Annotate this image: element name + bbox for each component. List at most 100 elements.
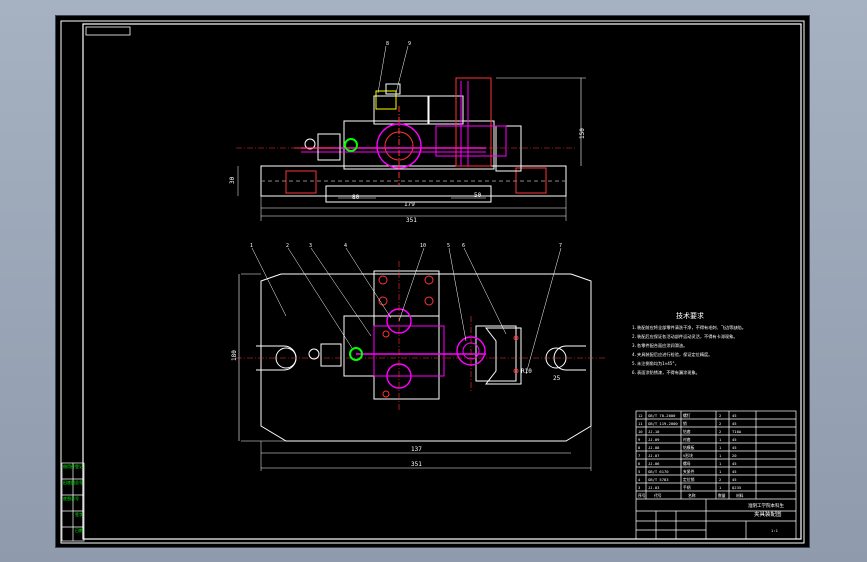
dim-front-height: 150 — [579, 128, 586, 139]
front-view — [236, 45, 586, 221]
tb-r9-c1: 4 — [638, 477, 641, 482]
drawing-viewport[interactable]: 借用件登记 旧底图总号 底图总号 签字 日期 150 30 80 50 179 … — [55, 15, 810, 548]
tb-r2-c5: 45 — [732, 421, 737, 426]
tb-r8-c1: 5 — [638, 469, 640, 474]
tb-r4-c3: 衬套 — [683, 437, 691, 442]
tb-r5-c1: 8 — [638, 445, 641, 450]
tb-header-1: 序号 — [638, 493, 646, 498]
balloon-5: 5 — [447, 243, 450, 249]
tb-header-4: 数量 — [718, 493, 726, 498]
dim-top-overall: 351 — [411, 461, 422, 468]
tb-r10-c5: Q235 — [732, 485, 741, 490]
stamp-text-3: 底图总号 — [63, 495, 79, 501]
tb-r3-c5: T10A — [732, 429, 742, 434]
drawing-title: 夹具装配图 — [754, 510, 782, 518]
tb-r1-c3: 螺钉 — [683, 413, 691, 418]
tech-req-title: 技术要求 — [676, 311, 704, 320]
tb-r10-c4: 1 — [719, 485, 722, 490]
dim-front-inner1: 80 — [352, 194, 360, 201]
drawing-frame — [82, 23, 802, 540]
dim-top-depth: 180 — [231, 350, 238, 361]
tb-r8-c5: 45 — [732, 469, 737, 474]
tb-r7-c2: JJ-06 — [648, 461, 660, 466]
balloon-6: 6 — [462, 243, 465, 249]
title-block-text: 12 GB/T 70-2000 螺钉 2 45 11 GB/T 119-2000… — [638, 413, 784, 533]
tb-r7-c4: 1 — [719, 461, 722, 466]
tech-req-line-3: 3.各零件配合面应涂润滑油。 — [632, 342, 687, 349]
balloon-9: 9 — [408, 41, 411, 47]
tb-r3-c2: JJ-10 — [648, 429, 660, 434]
tech-req-line-1: 1.装配前应将全部零件清洗干净，不得有毛刺、飞边等缺陷。 — [632, 324, 746, 331]
dim-front-overall: 351 — [406, 217, 417, 224]
tb-r2-c1: 11 — [638, 421, 643, 426]
tb-header-2: 代号 — [654, 493, 662, 498]
tb-r6-c4: 1 — [719, 453, 722, 458]
drawing-scale: 1:1 — [771, 528, 779, 533]
tb-r10-c1: 3 — [638, 485, 640, 490]
dim-top-r: R10 — [521, 368, 532, 375]
tb-r6-c1: 7 — [638, 453, 640, 458]
dim-front-left: 30 — [229, 176, 236, 184]
tech-req-line-6: 6.表面涂防锈漆，不得有漏涂现象。 — [632, 369, 700, 376]
tb-r4-c1: 9 — [638, 437, 641, 442]
top-corner-box — [85, 26, 131, 36]
stamp-text-4: 签字 — [75, 511, 83, 517]
balloon-7: 7 — [559, 243, 562, 249]
balloon-10: 10 — [420, 243, 426, 249]
tb-header-5: 材料 — [736, 493, 744, 498]
tech-req-line-4: 4.夹具装配后应进行检验，保证定位精度。 — [632, 351, 712, 358]
tb-r6-c2: JJ-07 — [648, 453, 659, 458]
dim-top-side: 25 — [553, 375, 561, 382]
tech-req-line-2: 2.装配后应保证各活动部件运动灵活，不得有卡滞现象。 — [632, 333, 738, 340]
top-view — [236, 247, 606, 471]
tb-r4-c4: 1 — [719, 437, 722, 442]
balloon-3: 3 — [309, 243, 312, 249]
tb-r1-c2: GB/T 70-2000 — [648, 413, 676, 418]
tb-r8-c4: 1 — [719, 469, 722, 474]
tb-r4-c5: 45 — [732, 437, 737, 442]
university-name: 淮阴工学院本科生 — [748, 502, 784, 509]
stamp-text-5: 日期 — [75, 527, 83, 533]
tb-r10-c2: JJ-03 — [648, 485, 659, 490]
tb-r5-c3: 钻模板 — [683, 445, 695, 450]
tb-r9-c4: 2 — [719, 477, 721, 482]
tb-r8-c2: GB/T 6170 — [648, 469, 669, 474]
tb-r1-c1: 12 — [638, 413, 643, 418]
cad-application: 借用件登记 旧底图总号 底图总号 签字 日期 150 30 80 50 179 … — [0, 0, 867, 562]
tb-r8-c3: 夹紧件 — [683, 469, 695, 474]
tb-r7-c5: 45 — [732, 461, 737, 466]
tb-r1-c5: 45 — [732, 413, 737, 418]
tb-r3-c4: 2 — [719, 429, 721, 434]
tb-r2-c2: GB/T 119-2000 — [648, 421, 678, 426]
tb-r5-c5: 45 — [732, 445, 737, 450]
tb-r4-c2: JJ-09 — [648, 437, 660, 442]
tb-r5-c2: JJ-08 — [648, 445, 660, 450]
tb-r7-c3: 螺母 — [683, 461, 691, 466]
tb-r9-c3: 定位销 — [683, 477, 695, 482]
stamp-text-1: 借用件登记 — [63, 463, 83, 469]
tb-r3-c1: 10 — [638, 429, 643, 434]
tb-r3-c3: 钻套 — [683, 429, 691, 434]
tb-r9-c2: GB/T 5783 — [648, 477, 669, 482]
tb-r2-c4: 2 — [719, 421, 721, 426]
tb-r7-c1: 6 — [638, 461, 641, 466]
dim-top-mid: 137 — [411, 446, 422, 453]
balloon-4: 4 — [344, 243, 347, 249]
technical-requirements: 技术要求 1.装配前应将全部零件清洗干净，不得有毛刺、飞边等缺陷。 2.装配后应… — [632, 311, 746, 376]
tech-req-line-5: 5.未注倒角均为1×45°。 — [632, 360, 679, 367]
tb-r5-c4: 1 — [719, 445, 722, 450]
tb-r10-c3: 手柄 — [683, 485, 691, 490]
tb-r1-c4: 2 — [719, 413, 721, 418]
dim-front-span: 179 — [404, 201, 415, 208]
tb-r9-c5: 45 — [732, 477, 737, 482]
balloon-1: 1 — [250, 243, 253, 249]
balloon-2: 2 — [286, 243, 289, 249]
stamp-text-2: 旧底图总号 — [63, 479, 83, 485]
dim-front-inner2: 50 — [474, 192, 482, 199]
title-block — [635, 410, 797, 540]
tb-r6-c5: 20 — [732, 453, 737, 458]
tb-r6-c3: V形块 — [683, 453, 693, 458]
cad-drawing: 借用件登记 旧底图总号 底图总号 签字 日期 150 30 80 50 179 … — [60, 20, 805, 544]
tb-header-3: 名称 — [688, 493, 696, 498]
balloon-8: 8 — [386, 41, 389, 47]
